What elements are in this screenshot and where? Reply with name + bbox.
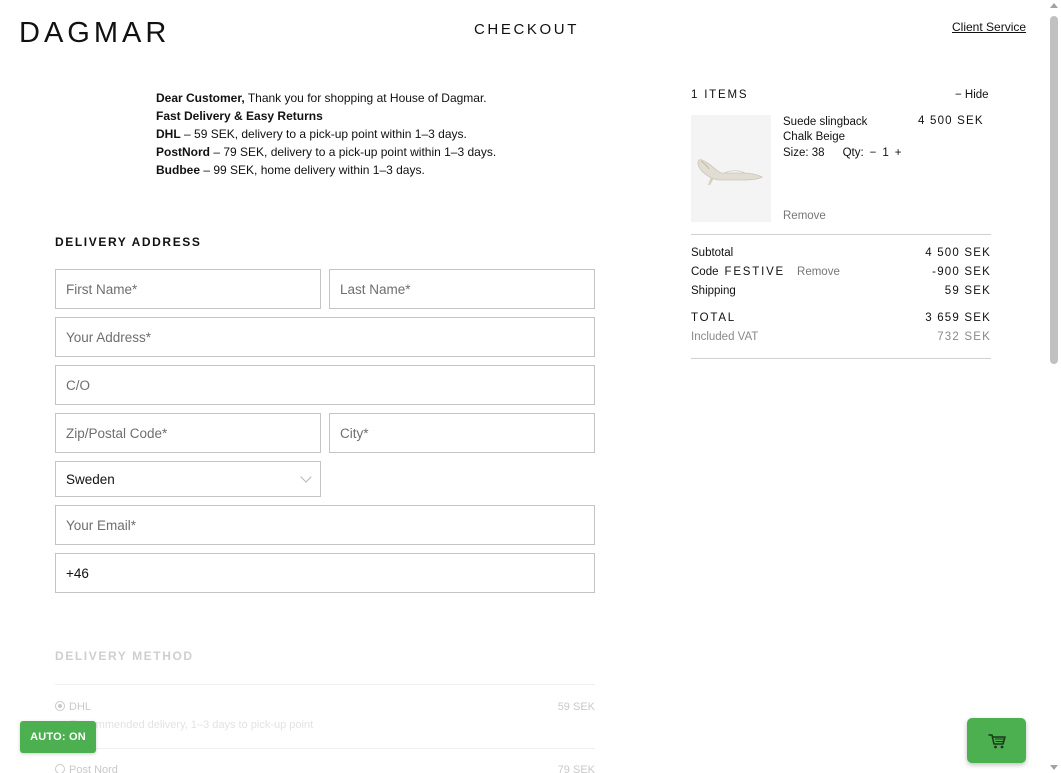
shipping-value: 59 SEK — [944, 285, 991, 297]
vat-value: 732 SEK — [937, 331, 991, 343]
brand-logo[interactable]: DAGMAR — [19, 17, 170, 50]
cart-button[interactable] — [967, 718, 1026, 763]
delivery-option-description: Recommended delivery, 1–3 days to pick-u… — [70, 719, 314, 731]
remove-item-button[interactable]: Remove — [783, 210, 826, 222]
slingback-shoe-icon — [697, 159, 763, 185]
discount-value: -900 SEK — [932, 266, 991, 278]
divider — [55, 748, 595, 749]
auto-toggle-button[interactable]: AUTO: ON — [20, 721, 96, 753]
carrier-line-budbee: Budbee – 99 SEK, home delivery within 1–… — [156, 161, 496, 179]
product-image — [691, 115, 771, 222]
discount-code: Code FESTIVE Remove — [691, 266, 840, 278]
carrier-text: – 59 SEK, delivery to a pick-up point wi… — [180, 127, 467, 141]
product-color: Chalk Beige — [783, 131, 846, 143]
fast-delivery-line: Fast Delivery & Easy Returns — [156, 107, 496, 125]
remove-code-button[interactable]: Remove — [797, 266, 840, 278]
delivery-option-price: 59 SEK — [557, 701, 595, 713]
carrier-name: Budbee — [156, 163, 201, 177]
page-title: CHECKOUT — [474, 21, 579, 38]
subtotal-row: Subtotal 4 500 SEK — [691, 247, 991, 259]
delivery-option-price: 79 SEK — [557, 764, 595, 773]
co-field[interactable] — [55, 365, 595, 405]
qty-decrease-button[interactable]: − — [868, 147, 879, 159]
shipping-info: Dear Customer, Thank you for shopping at… — [156, 89, 496, 179]
greeting-bold: Dear Customer, — [156, 91, 245, 105]
address-input[interactable] — [56, 318, 594, 356]
vat-row: Included VAT 732 SEK — [691, 331, 991, 343]
delivery-option-postnord[interactable]: Post Nord 79 SEK — [55, 764, 595, 773]
fast-delivery-heading: Fast Delivery & Easy Returns — [156, 109, 323, 123]
qty-increase-button[interactable]: + — [893, 147, 904, 159]
discount-row: Code FESTIVE Remove -900 SEK — [691, 266, 991, 278]
carrier-text: – 99 SEK, home delivery within 1–3 days. — [200, 163, 425, 177]
delivery-address-title: DELIVERY ADDRESS — [55, 235, 202, 249]
code-label: Code — [691, 266, 719, 278]
total-label: TOTAL — [691, 312, 736, 324]
carrier-line-postnord: PostNord – 79 SEK, delivery to a pick-up… — [156, 143, 496, 161]
subtotal-label: Subtotal — [691, 247, 734, 259]
delivery-option-name: DHL — [69, 701, 92, 713]
last-name-field[interactable] — [329, 269, 595, 309]
country-select[interactable]: Sweden — [55, 461, 321, 497]
zip-field[interactable] — [55, 413, 321, 453]
co-input[interactable] — [56, 366, 594, 404]
carrier-text: – 79 SEK, delivery to a pick-up point wi… — [210, 145, 497, 159]
phone-field[interactable] — [55, 553, 595, 593]
country-value: Sweden — [66, 471, 115, 487]
code-name: FESTIVE — [724, 266, 786, 278]
chevron-down-icon — [300, 471, 312, 483]
hide-summary-button[interactable]: − Hide — [955, 89, 989, 101]
city-input[interactable] — [330, 414, 594, 452]
divider — [691, 234, 991, 235]
product-name[interactable]: Suede slingback — [783, 115, 867, 130]
delivery-option-dhl[interactable]: DHL 59 SEK Recommended delivery, 1–3 day… — [55, 701, 595, 731]
shipping-label: Shipping — [691, 285, 736, 297]
carrier-name: DHL — [156, 127, 181, 141]
scroll-up-icon[interactable] — [1050, 3, 1058, 8]
qty-value: 1 — [882, 147, 889, 159]
page-scrollbar[interactable] — [1047, 0, 1061, 773]
last-name-input[interactable] — [330, 270, 594, 308]
carrier-line-dhl: DHL – 59 SEK, delivery to a pick-up poin… — [156, 125, 496, 143]
email-field[interactable] — [55, 505, 595, 545]
total-value: 3 659 SEK — [925, 312, 991, 324]
cart-icon — [987, 733, 1006, 748]
radio-icon[interactable] — [55, 764, 65, 773]
subtotal-value: 4 500 SEK — [925, 247, 991, 259]
first-name-input[interactable] — [56, 270, 320, 308]
radio-selected-icon[interactable] — [55, 701, 65, 711]
greeting-text: Thank you for shopping at House of Dagma… — [244, 91, 487, 105]
vat-label: Included VAT — [691, 331, 759, 343]
product-price: 4 500 SEK — [918, 115, 984, 127]
product-info: Suede slingback Chalk Beige — [783, 115, 867, 145]
client-service-link[interactable]: Client Service — [952, 20, 1026, 34]
scrollbar-thumb[interactable] — [1050, 16, 1058, 364]
shipping-row: Shipping 59 SEK — [691, 285, 991, 297]
city-field[interactable] — [329, 413, 595, 453]
zip-input[interactable] — [56, 414, 320, 452]
divider — [55, 684, 595, 685]
carrier-name: PostNord — [156, 145, 210, 159]
first-name-field[interactable] — [55, 269, 321, 309]
divider — [691, 358, 991, 359]
items-count: 1 ITEMS — [691, 89, 749, 101]
delivery-option-name: Post Nord — [69, 764, 118, 773]
scroll-down-icon[interactable] — [1050, 765, 1058, 770]
qty-label: Qty: — [842, 147, 864, 159]
product-meta: Size: 38 Qty: − 1 + — [783, 147, 904, 159]
phone-input[interactable] — [56, 554, 594, 592]
address-field[interactable] — [55, 317, 595, 357]
total-row: TOTAL 3 659 SEK — [691, 312, 991, 324]
email-input[interactable] — [56, 506, 594, 544]
greeting-line: Dear Customer, Thank you for shopping at… — [156, 89, 496, 107]
product-size: Size: 38 — [783, 147, 825, 159]
delivery-method-title: DELIVERY METHOD — [55, 649, 194, 663]
